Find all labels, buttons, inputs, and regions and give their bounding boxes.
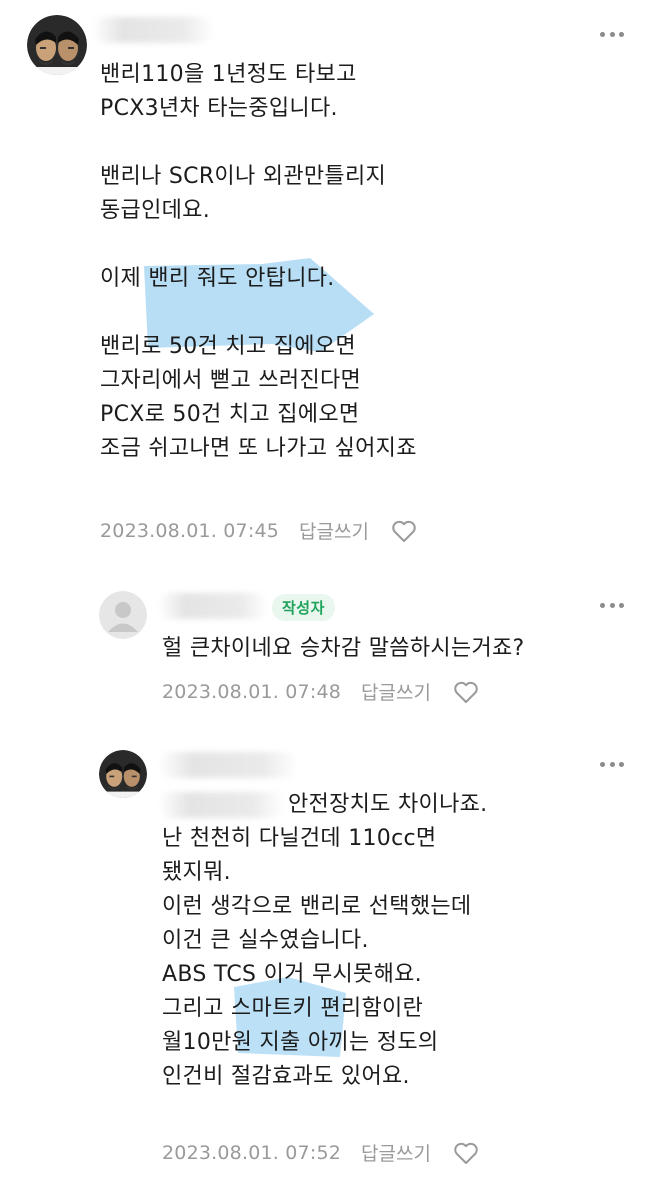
user-avatar[interactable]	[99, 591, 147, 639]
heart-icon[interactable]	[391, 519, 417, 543]
more-options-button[interactable]	[600, 760, 624, 768]
reply-button[interactable]: 답글쓰기	[361, 1139, 431, 1166]
heart-icon[interactable]	[453, 680, 479, 704]
comment-text: 밴리110을 1년정도 타보고 PCX3년차 타는중입니다. 밴리나 SCR이나…	[100, 62, 417, 461]
comment-date: 2023.08.01. 07:45	[100, 519, 280, 542]
comment-date: 2023.08.01. 07:48	[162, 680, 342, 703]
comment-meta: 2023.08.01. 07:52 답글쓰기	[162, 1139, 479, 1166]
comment-text: 헐 큰차이네요 승차감 말씀하시는거죠?	[162, 636, 525, 661]
default-user-avatar-icon	[99, 591, 147, 639]
comment-date: 2023.08.01. 07:52	[162, 1141, 342, 1164]
more-options-button[interactable]	[600, 30, 624, 38]
cartoon-faces-avatar-icon	[27, 15, 87, 75]
comment-meta: 2023.08.01. 07:45 답글쓰기	[100, 517, 417, 544]
username-redacted[interactable]	[158, 593, 268, 619]
comment-text: 안전장치도 차이나죠. 난 천천히 다닐건데 110cc면 됐지뭐. 이런 생각…	[162, 792, 488, 1089]
comment-meta: 2023.08.01. 07:48 답글쓰기	[162, 678, 479, 705]
reply-button[interactable]: 답글쓰기	[299, 517, 369, 544]
username-redacted[interactable]	[158, 752, 298, 778]
user-avatar[interactable]	[99, 750, 147, 798]
more-options-button[interactable]	[600, 601, 624, 609]
author-badge: 작성자	[272, 594, 335, 621]
cartoon-faces-avatar-icon	[99, 750, 147, 798]
user-avatar[interactable]	[27, 15, 87, 75]
username-redacted[interactable]	[92, 17, 214, 43]
reply-button[interactable]: 답글쓰기	[361, 678, 431, 705]
heart-icon[interactable]	[453, 1141, 479, 1165]
